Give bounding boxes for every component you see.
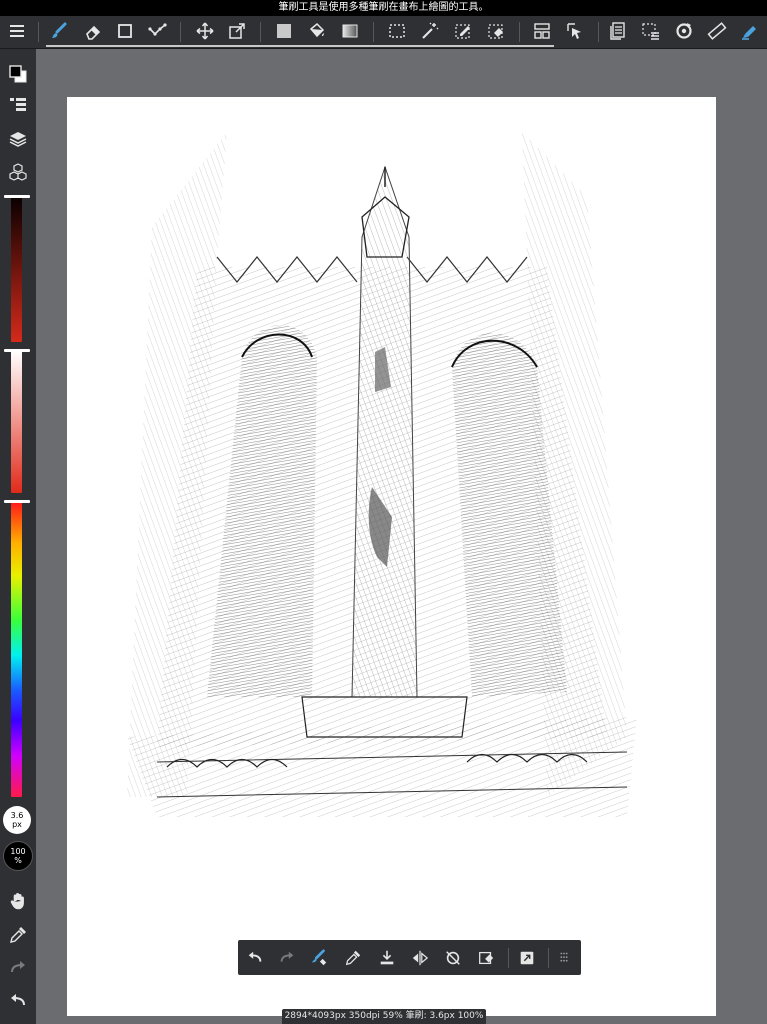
selection-button[interactable]	[638, 18, 664, 44]
eyedropper-button[interactable]	[5, 922, 31, 948]
opacity-unit: %	[14, 856, 22, 865]
pen-tool-button[interactable]	[737, 18, 763, 44]
quick-select-clear-button[interactable]	[473, 945, 499, 971]
materials-button[interactable]	[5, 159, 31, 185]
layers-icon	[9, 132, 27, 147]
eyedropper-icon	[345, 950, 361, 966]
brush-size-value: 3.6	[10, 811, 24, 820]
layout-icon	[534, 23, 550, 39]
fill-color-button[interactable]	[271, 18, 297, 44]
select-layer-button[interactable]	[562, 18, 588, 44]
select-rect-icon	[389, 24, 405, 38]
selection-icon	[642, 23, 659, 40]
opacity-slider[interactable]	[11, 351, 22, 493]
top-toolbar	[0, 16, 767, 49]
select-layer-icon	[567, 23, 581, 39]
brush-size-badge[interactable]: 3.6 px	[3, 806, 31, 834]
curve-icon	[148, 23, 167, 36]
quick-flip-button[interactable]	[407, 945, 433, 971]
curve-tool-button[interactable]	[145, 18, 171, 44]
quick-rotate-reset-button[interactable]	[440, 945, 466, 971]
redo-icon	[11, 961, 25, 973]
quick-transform-button[interactable]	[514, 945, 540, 971]
select-eraser-icon	[479, 951, 494, 965]
hue-handle[interactable]	[4, 500, 30, 503]
copy-button[interactable]	[605, 18, 631, 44]
hue-slider[interactable]	[11, 502, 22, 797]
bucket-icon	[309, 22, 325, 38]
flip-icon	[412, 950, 429, 966]
transform-icon	[520, 951, 534, 965]
redo-button[interactable]	[5, 955, 31, 981]
quick-redo-button[interactable]	[274, 945, 300, 971]
undo-button[interactable]	[5, 988, 31, 1014]
select-eraser-icon	[488, 24, 503, 39]
select-eraser-button[interactable]	[483, 18, 509, 44]
brush-icon	[52, 22, 67, 38]
hand-tool-button[interactable]	[5, 888, 31, 914]
opacity-value: 100	[10, 847, 26, 856]
color-swatch-button[interactable]	[5, 61, 31, 87]
toolbar-active-underline	[46, 45, 554, 47]
eraser-icon	[86, 25, 101, 40]
move-tool-button[interactable]	[192, 18, 218, 44]
pen-tool-icon	[742, 26, 756, 40]
undo-icon	[11, 994, 25, 1006]
brush-list-button[interactable]	[5, 92, 31, 118]
rotate-button[interactable]	[671, 18, 697, 44]
drawing-canvas[interactable]	[67, 97, 716, 1016]
eraser-tool-button[interactable]	[80, 18, 106, 44]
hand-icon	[10, 893, 24, 910]
opacity-badge[interactable]: 100 %	[3, 841, 33, 871]
layers-button[interactable]	[5, 126, 31, 152]
canvas-info: 2894*4093px 350dpi 59% 筆刷: 3.6px 100%	[282, 1009, 486, 1024]
quick-more-button[interactable]	[551, 945, 577, 971]
gradient-icon	[342, 24, 358, 38]
menu-button[interactable]	[4, 18, 30, 44]
transform-icon	[229, 23, 245, 39]
rotate-reset-icon	[446, 951, 460, 965]
status-hint: 筆刷工具是使用多種筆刷在畫布上繪圖的工具。	[0, 0, 767, 16]
copy-icon	[610, 22, 625, 40]
grip-icon	[560, 952, 568, 962]
color-swatch-icon	[9, 65, 27, 83]
eyedropper-icon	[10, 927, 26, 943]
select-pen-button[interactable]	[450, 18, 476, 44]
shape-tool-button[interactable]	[112, 18, 138, 44]
brush-eraser-icon	[311, 949, 327, 966]
layout-button[interactable]	[529, 18, 555, 44]
magic-wand-button[interactable]	[417, 18, 443, 44]
transform-tool-button[interactable]	[224, 18, 250, 44]
fill-color-icon	[277, 24, 291, 38]
menu-icon	[10, 25, 24, 37]
select-rect-button[interactable]	[384, 18, 410, 44]
bucket-tool-button[interactable]	[304, 18, 330, 44]
quick-toolbar	[238, 940, 581, 975]
brush-size-slider[interactable]	[11, 197, 22, 342]
brush-size-handle[interactable]	[4, 195, 30, 198]
select-pen-icon	[455, 24, 470, 39]
cathedral-sketch-image	[127, 132, 637, 817]
quick-eyedropper-button[interactable]	[340, 945, 366, 971]
cubes-icon	[9, 163, 27, 181]
redo-icon	[280, 951, 294, 962]
ruler-button[interactable]	[704, 18, 730, 44]
quick-save-button[interactable]	[374, 945, 400, 971]
undo-icon	[248, 951, 262, 962]
gradient-tool-button[interactable]	[337, 18, 363, 44]
shape-icon	[118, 24, 132, 38]
left-sidebar: 3.6 px 100 %	[0, 49, 36, 1024]
brush-size-unit: px	[12, 820, 22, 829]
download-icon	[380, 950, 394, 965]
quick-brush-eraser-button[interactable]	[306, 945, 332, 971]
list-icon	[10, 98, 26, 111]
move-icon	[196, 22, 214, 40]
ruler-icon	[707, 22, 727, 40]
magic-wand-icon	[422, 22, 439, 39]
quick-undo-button[interactable]	[242, 945, 268, 971]
brush-tool-button[interactable]	[46, 18, 72, 44]
rotate-icon	[676, 23, 692, 39]
opacity-handle[interactable]	[4, 349, 30, 352]
